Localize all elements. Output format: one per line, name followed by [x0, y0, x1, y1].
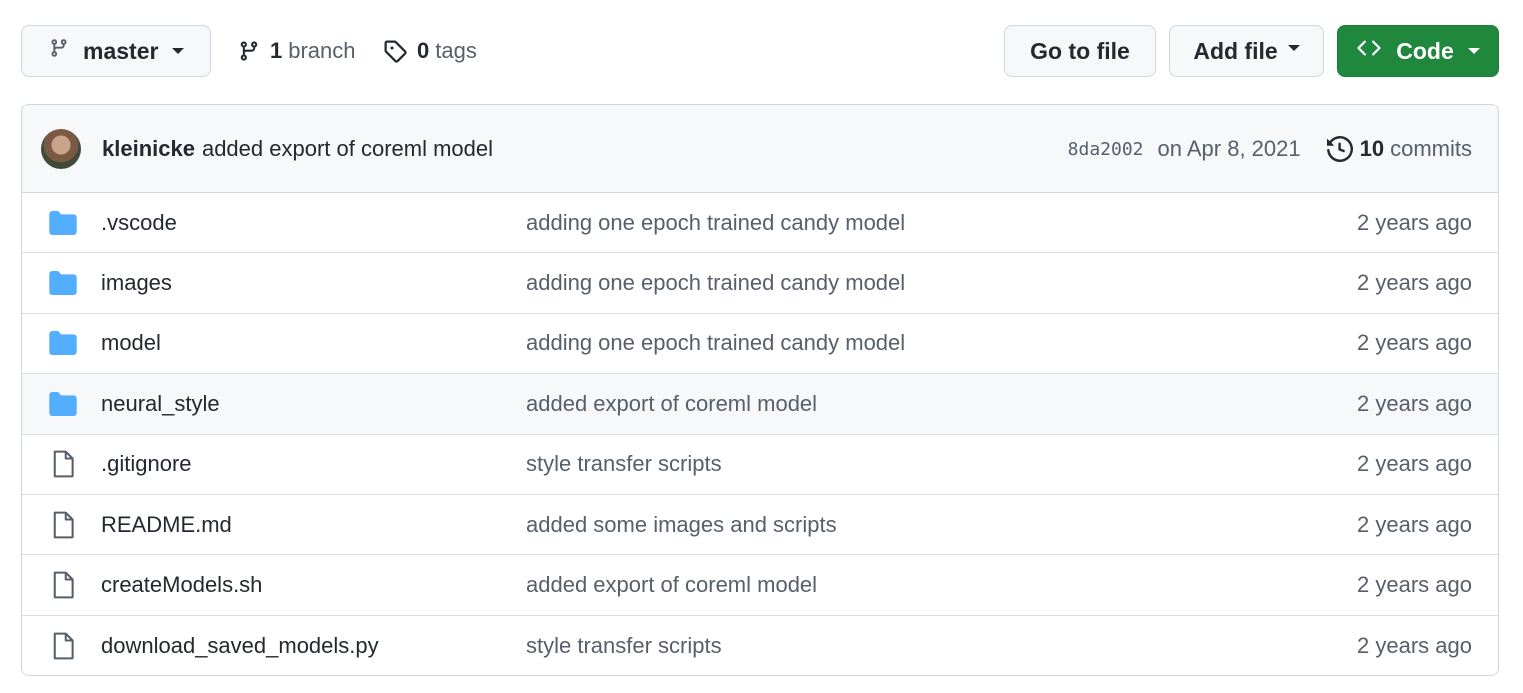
file-commit-age: 2 years ago — [1357, 511, 1472, 537]
commits-history-link[interactable]: 10 commits — [1326, 136, 1472, 162]
file-commit-message-link[interactable]: adding one epoch trained candy model — [526, 270, 905, 296]
file-name-link[interactable]: neural_style — [101, 391, 220, 417]
file-row[interactable]: .gitignore style transfer scripts 2 year… — [22, 435, 1498, 495]
file-row[interactable]: download_saved_models.py style transfer … — [22, 616, 1498, 675]
branches-label: branch — [288, 38, 356, 63]
file-commit-message-link[interactable]: style transfer scripts — [526, 451, 722, 477]
folder-icon — [48, 391, 78, 417]
tag-icon — [384, 40, 407, 63]
code-icon — [1356, 36, 1382, 66]
folder-icon — [48, 210, 78, 236]
commit-message-link[interactable]: added export of coreml model — [202, 136, 493, 162]
commits-count: 10 — [1359, 136, 1385, 161]
file-commit-age: 2 years ago — [1357, 270, 1472, 296]
file-icon — [48, 450, 78, 478]
branch-select-label: master — [83, 37, 159, 64]
file-commit-message-link[interactable]: adding one epoch trained candy model — [526, 210, 905, 236]
chevron-down-icon — [172, 48, 185, 54]
commits-label: commits — [1390, 136, 1472, 161]
file-commit-age: 2 years ago — [1357, 209, 1472, 235]
commit-meta: 8da2002 on Apr 8, 2021 10 commits — [1068, 105, 1472, 193]
file-name-link[interactable]: download_saved_models.py — [101, 633, 379, 659]
tags-count: 0 — [417, 38, 430, 63]
file-commit-age: 2 years ago — [1357, 330, 1472, 356]
file-commit-message-link[interactable]: added some images and scripts — [526, 512, 837, 538]
branches-count: 1 — [270, 38, 283, 63]
go-to-file-button[interactable]: Go to file — [1004, 25, 1156, 77]
file-row[interactable]: neural_style added export of coreml mode… — [22, 374, 1498, 435]
file-row[interactable]: .vscode adding one epoch trained candy m… — [22, 193, 1498, 254]
commit-author-link[interactable]: kleinicke — [102, 136, 195, 162]
file-commit-age: 2 years ago — [1357, 572, 1472, 598]
chevron-down-icon — [1287, 45, 1300, 51]
folder-icon — [48, 330, 78, 356]
chevron-down-icon — [1467, 48, 1480, 54]
file-name-link[interactable]: images — [101, 270, 172, 296]
file-name-link[interactable]: model — [101, 330, 161, 356]
commit-date: on Apr 8, 2021 — [1157, 136, 1301, 161]
file-commit-message-link[interactable]: style transfer scripts — [526, 633, 722, 659]
folder-icon — [48, 270, 78, 296]
repo-toolbar: master 1 branch 0 tags Go to file Add fi… — [21, 25, 1499, 77]
commit-sha-link[interactable]: 8da2002 — [1068, 139, 1144, 160]
file-commit-age: 2 years ago — [1357, 632, 1472, 658]
branch-select-button[interactable]: master — [21, 25, 211, 77]
go-to-file-label: Go to file — [1030, 37, 1130, 64]
history-icon — [1326, 136, 1353, 162]
file-commit-message-link[interactable]: added export of coreml model — [526, 572, 817, 598]
file-icon — [48, 511, 78, 539]
git-branch-icon — [240, 41, 258, 61]
latest-commit-message: kleinicke added export of coreml model — [102, 105, 493, 193]
file-commit-age: 2 years ago — [1357, 390, 1472, 416]
add-file-button[interactable]: Add file — [1169, 25, 1324, 77]
file-row[interactable]: createModels.sh added export of coreml m… — [22, 555, 1498, 616]
file-name-link[interactable]: .vscode — [101, 210, 177, 236]
branches-link[interactable]: 1 branch — [238, 25, 356, 77]
code-button[interactable]: Code — [1337, 25, 1499, 77]
add-file-label: Add file — [1193, 37, 1278, 64]
file-row[interactable]: model adding one epoch trained candy mod… — [22, 314, 1498, 375]
code-label: Code — [1396, 37, 1454, 64]
file-commit-message-link[interactable]: adding one epoch trained candy model — [526, 330, 905, 356]
git-branch-icon — [49, 36, 69, 66]
file-row[interactable]: README.md added some images and scripts … — [22, 495, 1498, 556]
file-browser: kleinicke added export of coreml model 8… — [21, 104, 1499, 676]
file-row[interactable]: images adding one epoch trained candy mo… — [22, 253, 1498, 314]
file-name-link[interactable]: createModels.sh — [101, 572, 262, 598]
tags-link[interactable]: 0 tags — [383, 25, 477, 77]
file-name-link[interactable]: .gitignore — [101, 451, 192, 477]
avatar[interactable] — [41, 129, 81, 169]
latest-commit-bar: kleinicke added export of coreml model 8… — [22, 105, 1498, 193]
tags-label: tags — [435, 38, 477, 63]
file-icon — [48, 571, 78, 599]
file-commit-age: 2 years ago — [1357, 451, 1472, 477]
file-name-link[interactable]: README.md — [101, 512, 232, 538]
file-icon — [48, 632, 78, 660]
file-commit-message-link[interactable]: added export of coreml model — [526, 391, 817, 417]
